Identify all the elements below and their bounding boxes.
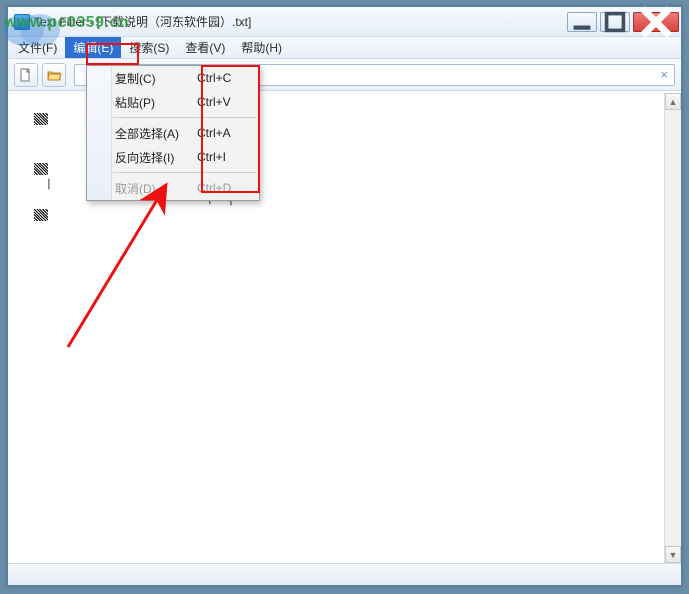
maximize-icon [601,8,629,36]
menu-help[interactable]: 帮助(H) [233,37,290,58]
close-icon [634,0,678,44]
statusbar [8,563,681,585]
app-window: Text Filter - [下载说明（河东软件园）.txt] 文件(F) 编辑… [7,6,682,586]
menu-search[interactable]: 搜索(S) [121,37,177,58]
menu-select-all[interactable]: 全部选择(A) Ctrl+A [87,121,259,145]
menu-file[interactable]: 文件(F) [10,37,65,58]
menu-cancel[interactable]: 取消(D) Ctrl+D [87,176,259,200]
open-file-button[interactable] [14,63,38,87]
minimize-icon [568,8,596,36]
menu-paste[interactable]: 粘贴(P) Ctrl+V [87,90,259,114]
menu-separator [113,172,257,173]
maximize-button[interactable] [600,12,630,32]
open-folder-button[interactable] [42,63,66,87]
clear-search-icon[interactable]: × [658,67,670,82]
titlebar: Text Filter - [下载说明（河东软件园）.txt] [8,7,681,37]
marker-icon [34,209,48,221]
minimize-button[interactable] [567,12,597,32]
folder-open-icon [46,67,62,83]
menu-invert-selection[interactable]: 反向选择(I) Ctrl+I [87,145,259,169]
edit-dropdown-menu: 复制(C) Ctrl+C 粘贴(P) Ctrl+V 全部选择(A) Ctrl+A… [86,65,260,201]
file-icon [18,67,34,83]
menu-copy[interactable]: 复制(C) Ctrl+C [87,66,259,90]
menu-view[interactable]: 查看(V) [177,37,233,58]
window-controls [564,12,679,32]
scroll-up-button[interactable]: ▲ [665,93,681,110]
marker-icon [34,113,48,125]
scroll-down-button[interactable]: ▼ [665,546,681,563]
menu-separator [113,117,257,118]
app-icon [14,14,30,30]
marker-icon [34,163,48,175]
close-button[interactable] [633,12,679,32]
vertical-scrollbar[interactable]: ▲ ▼ [664,93,681,563]
menubar: 文件(F) 编辑(E) 搜索(S) 查看(V) 帮助(H) [8,37,681,59]
window-title: Text Filter - [下载说明（河东软件园）.txt] [34,13,564,30]
menu-edit[interactable]: 编辑(E) [65,37,121,58]
